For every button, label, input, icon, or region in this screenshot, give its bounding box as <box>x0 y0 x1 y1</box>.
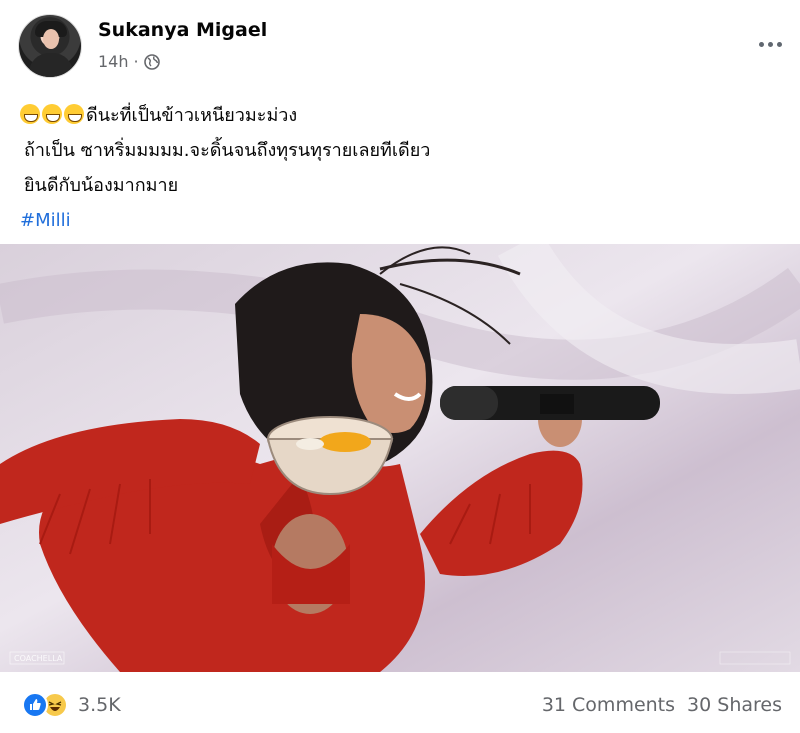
more-dot-icon <box>767 41 773 47</box>
post-text-line: ยินดีกับน้องมากมาย <box>24 175 179 196</box>
shares-count-link[interactable]: 30 Shares <box>687 694 782 716</box>
more-dot-icon <box>776 41 782 47</box>
photo-illustration: COACHELLA <box>0 244 800 672</box>
post-footer: 3.5K 31 Comments 30 Shares <box>22 690 782 726</box>
hashtag-link[interactable]: #Milli <box>20 203 780 238</box>
avatar[interactable] <box>18 14 82 78</box>
post-text-line: ถ้าเป็น ซาหริ่มมมมม.จะดิ้นจนถึงทุรนทุราย… <box>24 140 431 161</box>
reaction-count: 3.5K <box>78 694 121 716</box>
author-name[interactable]: Sukanya Migael <box>98 19 267 41</box>
comments-count-link[interactable]: 31 Comments <box>542 694 675 716</box>
engagement-stats: 31 Comments 30 Shares <box>542 694 782 716</box>
facebook-post: Sukanya Migael 14h · ดีนะที่เป็นข้าวเหนี… <box>0 0 800 733</box>
more-dot-icon <box>758 41 764 47</box>
more-options-button[interactable] <box>752 32 788 56</box>
reactions-summary[interactable]: 3.5K <box>22 692 121 718</box>
globe-icon[interactable] <box>143 53 160 70</box>
grinning-face-emoji <box>64 104 84 124</box>
post-text-line: ดีนะที่เป็นข้าวเหนียวมะม่วง <box>20 98 780 133</box>
grinning-face-emoji <box>20 104 40 124</box>
post-text: ดีนะที่เป็นข้าวเหนียวมะม่วง ถ้าเป็น ซาหร… <box>20 98 780 238</box>
post-photo[interactable]: COACHELLA <box>0 244 800 672</box>
post-meta: 14h · <box>98 52 160 71</box>
photo-watermark: COACHELLA <box>14 654 63 663</box>
post-header: Sukanya Migael 14h · <box>18 14 788 78</box>
grinning-face-emoji <box>42 104 62 124</box>
post-timestamp[interactable]: 14h <box>98 52 129 71</box>
like-icon <box>22 692 48 718</box>
